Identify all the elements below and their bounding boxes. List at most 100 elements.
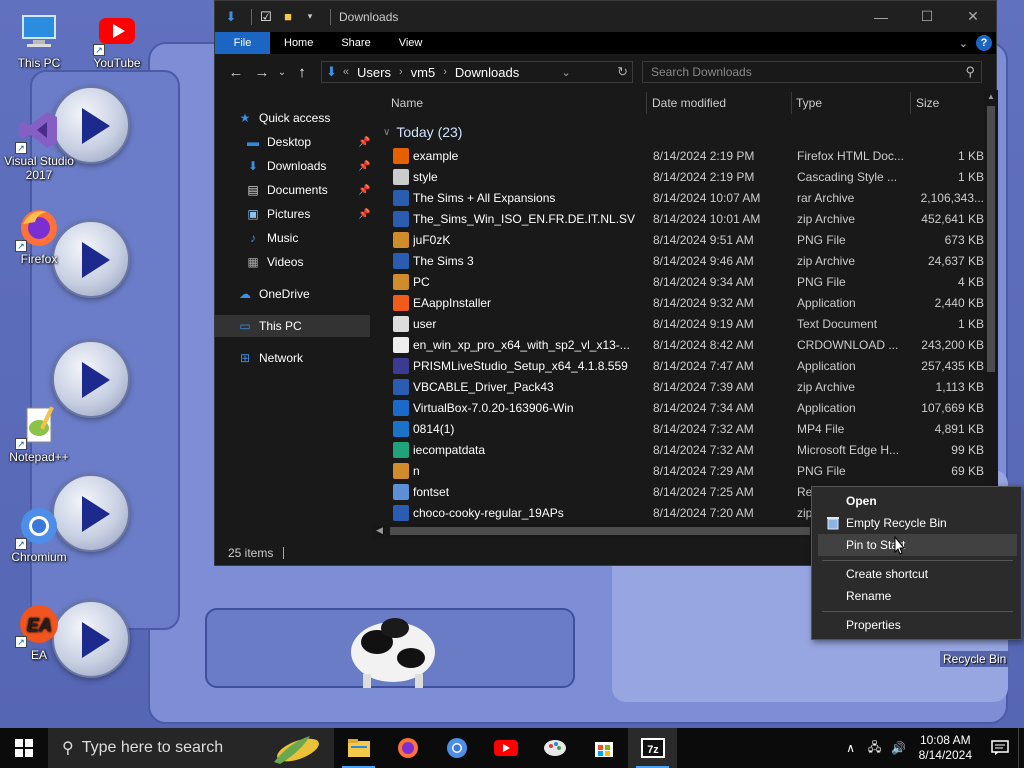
volume-icon[interactable]: 🔊 [887, 741, 911, 755]
pin-icon[interactable]: 📌 [358, 209, 370, 220]
file-row[interactable]: 0814(1) 8/14/2024 7:32 AM MP4 File 4,891 KB [383, 419, 984, 440]
close-button[interactable]: ✕ [950, 1, 996, 32]
network-status-icon[interactable]: 🖧 [863, 738, 887, 759]
nav-item-pictures[interactable]: ▣ Pictures 📌 [245, 203, 372, 225]
file-row[interactable]: PRISMLiveStudio_Setup_x64_4.1.8.559 8/14/… [383, 356, 984, 377]
nav-this-pc[interactable]: ▭ This PC [215, 315, 370, 337]
file-row[interactable]: The Sims 3 8/14/2024 9:46 AM zip Archive 24… [383, 251, 984, 272]
column-header-name[interactable]: Name [391, 90, 646, 116]
taskbar-microsoft-store[interactable] [579, 728, 628, 768]
notification-center-button[interactable] [982, 740, 1018, 756]
group-header-today[interactable]: ∨ Today (23) [383, 121, 462, 143]
help-icon[interactable]: ? [976, 35, 992, 51]
file-explorer-window[interactable]: ⬇ ☑ ■ ▾ Downloads — ☐ ✕ File Home Share … [214, 0, 998, 566]
file-row[interactable]: en_win_xp_pro_x64_with_sp2_vl_x13-... 8/1… [383, 335, 984, 356]
nav-item-videos[interactable]: ▦ Videos [245, 251, 303, 273]
clock[interactable]: 10:08 AM 8/14/2024 [919, 733, 972, 763]
taskbar-7zip[interactable]: 7z [628, 728, 677, 768]
taskbar-file-explorer[interactable] [334, 728, 383, 768]
taskbar-youtube[interactable] [481, 728, 530, 768]
file-row[interactable]: PC 8/14/2024 9:34 AM PNG File 4 KB [383, 272, 984, 293]
show-desktop-button[interactable] [1018, 728, 1024, 768]
nav-onedrive[interactable]: ☁ OneDrive [237, 283, 310, 305]
menu-item-properties[interactable]: Properties [818, 614, 1017, 636]
tab-home[interactable]: Home [270, 32, 327, 54]
up-button[interactable]: ↑ [289, 59, 315, 85]
desktop-icon-chromium[interactable]: ↗ Chromium [2, 504, 76, 564]
desktop-icon-firefox[interactable]: ↗ Firefox [2, 206, 76, 266]
scroll-up-arrow-icon[interactable]: ▲ [987, 92, 995, 101]
new-folder-icon[interactable]: ■ [280, 9, 296, 25]
file-row[interactable]: style 8/14/2024 2:19 PM Cascading Style ..… [383, 167, 984, 188]
tab-file[interactable]: File [215, 32, 270, 54]
file-row[interactable]: n 8/14/2024 7:29 AM PNG File 69 KB [383, 461, 984, 482]
refresh-icon[interactable]: ↻ [613, 64, 632, 80]
expand-ribbon-chevron-icon[interactable]: ⌄ [959, 37, 968, 50]
search-input[interactable]: Search Downloads ⚲ [642, 61, 982, 83]
taskbar-firefox[interactable] [383, 728, 432, 768]
title-bar[interactable]: ⬇ ☑ ■ ▾ Downloads — ☐ ✕ [215, 1, 996, 32]
pin-icon[interactable]: 📌 [358, 161, 370, 172]
scrollbar-thumb[interactable] [390, 527, 810, 535]
file-row[interactable]: EAappInstaller 8/14/2024 9:32 AM Applicati… [383, 293, 984, 314]
breadcrumb-users[interactable]: Users [357, 65, 391, 80]
nav-item-music[interactable]: ♪ Music [245, 227, 298, 249]
column-divider[interactable] [791, 92, 792, 114]
nav-item-documents[interactable]: ▤ Documents 📌 [245, 179, 372, 201]
tab-view[interactable]: View [385, 32, 437, 54]
desktop-icon-this-pc[interactable]: This PC [2, 10, 76, 70]
taskbar-paint[interactable] [530, 728, 579, 768]
menu-item-open[interactable]: Open [818, 490, 1017, 512]
nav-item-downloads[interactable]: ⬇ Downloads 📌 [245, 155, 372, 177]
tab-share[interactable]: Share [327, 32, 384, 54]
collapse-chevron-icon[interactable]: ∨ [383, 127, 390, 138]
minimize-button[interactable]: — [858, 1, 904, 32]
start-button[interactable] [0, 728, 48, 768]
desktop-icon-ea[interactable]: EA ↗ EA [2, 602, 76, 662]
nav-item-desktop[interactable]: ▬ Desktop 📌 [245, 131, 372, 153]
back-button[interactable]: ← [223, 59, 249, 85]
menu-item-empty-recycle-bin[interactable]: Empty Recycle Bin [818, 512, 1017, 534]
forward-button[interactable]: → [249, 59, 275, 85]
breadcrumb-vm5[interactable]: vm5 [411, 65, 436, 80]
pin-icon[interactable]: 📌 [358, 137, 370, 148]
address-dropdown-icon[interactable]: ⌄ [558, 66, 575, 79]
scroll-left-arrow-icon[interactable]: ◀ [376, 525, 383, 536]
breadcrumb-downloads[interactable]: Downloads [455, 65, 519, 80]
nav-quick-access[interactable]: ★ Quick access [237, 107, 331, 129]
vertical-scrollbar[interactable]: ▲ [984, 90, 998, 538]
column-divider[interactable] [910, 92, 911, 114]
desktop-icon-notepad-plus-plus[interactable]: ↗ Notepad++ [2, 404, 76, 464]
address-bar[interactable]: ⬇ « Users › vm5 › Downloads ⌄ ↻ [321, 61, 633, 83]
breadcrumb-chevron-icon[interactable]: › [443, 66, 447, 78]
quick-access-dropdown-icon[interactable]: ▾ [302, 9, 318, 25]
menu-item-create-shortcut[interactable]: Create shortcut [818, 563, 1017, 585]
breadcrumb-chevron-icon[interactable]: « [343, 66, 349, 78]
maximize-button[interactable]: ☐ [904, 1, 950, 32]
file-row[interactable]: The_Sims_Win_ISO_EN.FR.DE.IT.NL.SV 8/14/2… [383, 209, 984, 230]
file-row[interactable]: juF0zK 8/14/2024 9:51 AM PNG File 673 KB [383, 230, 984, 251]
pin-icon[interactable]: 📌 [358, 185, 370, 196]
taskbar-chromium[interactable] [432, 728, 481, 768]
nav-network[interactable]: ⊞ Network [237, 347, 303, 369]
file-list[interactable]: Name Date modified Type Size ∨ Today (23… [383, 90, 984, 538]
desktop-icon-visual-studio[interactable]: ↗ Visual Studio 2017 [2, 108, 76, 182]
file-row[interactable]: user 8/14/2024 9:19 AM Text Document 1 KB [383, 314, 984, 335]
desktop-icon-recycle-bin[interactable]: Recycle Bin [940, 651, 1010, 667]
file-row[interactable]: iecompatdata 8/14/2024 7:32 AM Microsoft E… [383, 440, 984, 461]
scrollbar-thumb[interactable] [987, 106, 995, 372]
recent-locations-chevron-icon[interactable]: ⌄ [275, 59, 289, 85]
desktop-icon-youtube[interactable]: ↗ YouTube [80, 10, 154, 70]
properties-check-icon[interactable]: ☑ [258, 9, 274, 25]
menu-item-rename[interactable]: Rename [818, 585, 1017, 607]
taskbar-search-box[interactable]: ⚲ Type here to search [48, 728, 334, 768]
breadcrumb-chevron-icon[interactable]: › [399, 66, 403, 78]
column-divider[interactable] [646, 92, 647, 114]
file-row[interactable]: The Sims + All Expansions 8/14/2024 10:07… [383, 188, 984, 209]
file-row[interactable]: VBCABLE_Driver_Pack43 8/14/2024 7:39 AM zi… [383, 377, 984, 398]
show-hidden-icons-chevron-icon[interactable]: ∧ [839, 741, 863, 755]
column-header-date[interactable]: Date modified [652, 90, 792, 116]
column-header-size[interactable]: Size [916, 90, 976, 116]
column-header-type[interactable]: Type [796, 90, 906, 116]
file-row[interactable]: example 8/14/2024 2:19 PM Firefox HTML Doc… [383, 146, 984, 167]
